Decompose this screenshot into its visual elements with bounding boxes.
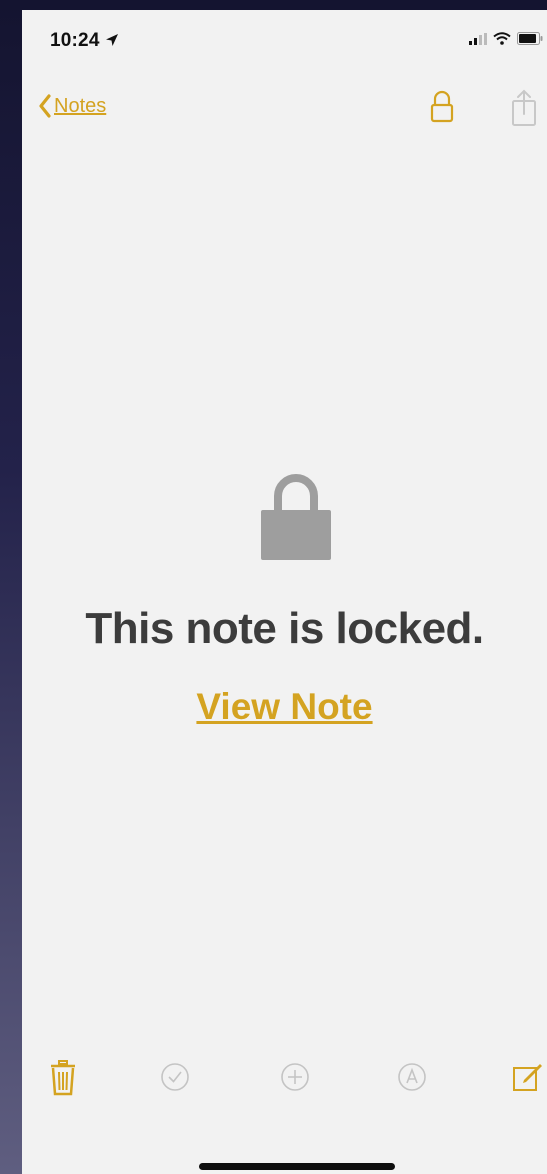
status-icons	[469, 32, 543, 45]
back-to-notes-button[interactable]: Notes	[38, 94, 106, 118]
add-icon	[281, 1063, 309, 1091]
lock-button[interactable]	[430, 90, 454, 129]
back-button-label: Notes	[54, 94, 107, 117]
status-time-wrap: 10:24	[50, 30, 119, 52]
locked-message: This note is locked.	[85, 604, 484, 653]
view-note-link[interactable]: View Note	[22, 686, 547, 728]
status-time: 10:24	[50, 30, 100, 51]
share-icon	[512, 89, 536, 126]
add-button	[280, 1060, 310, 1099]
compose-icon	[513, 1064, 542, 1091]
home-indicator[interactable]	[199, 1163, 395, 1170]
padlock-icon	[261, 474, 331, 560]
locked-note-lock-icon	[259, 472, 333, 567]
lock-icon	[430, 90, 454, 123]
markup-icon	[398, 1063, 426, 1091]
delete-button[interactable]	[50, 1060, 76, 1101]
status-bar: 10:24	[22, 10, 547, 74]
compose-button[interactable]	[512, 1060, 544, 1099]
markup-button	[397, 1060, 427, 1099]
phone-screen: 10:24 Notes This note is locked. View No…	[22, 10, 547, 1174]
checklist-button	[160, 1060, 190, 1099]
signal-icon	[469, 32, 487, 45]
battery-icon	[517, 32, 543, 45]
chevron-left-icon	[39, 94, 51, 118]
checklist-icon	[161, 1063, 189, 1091]
share-button[interactable]	[510, 88, 538, 133]
trash-icon	[51, 1060, 75, 1096]
location-arrow-icon	[106, 34, 119, 46]
wifi-icon	[493, 32, 511, 45]
